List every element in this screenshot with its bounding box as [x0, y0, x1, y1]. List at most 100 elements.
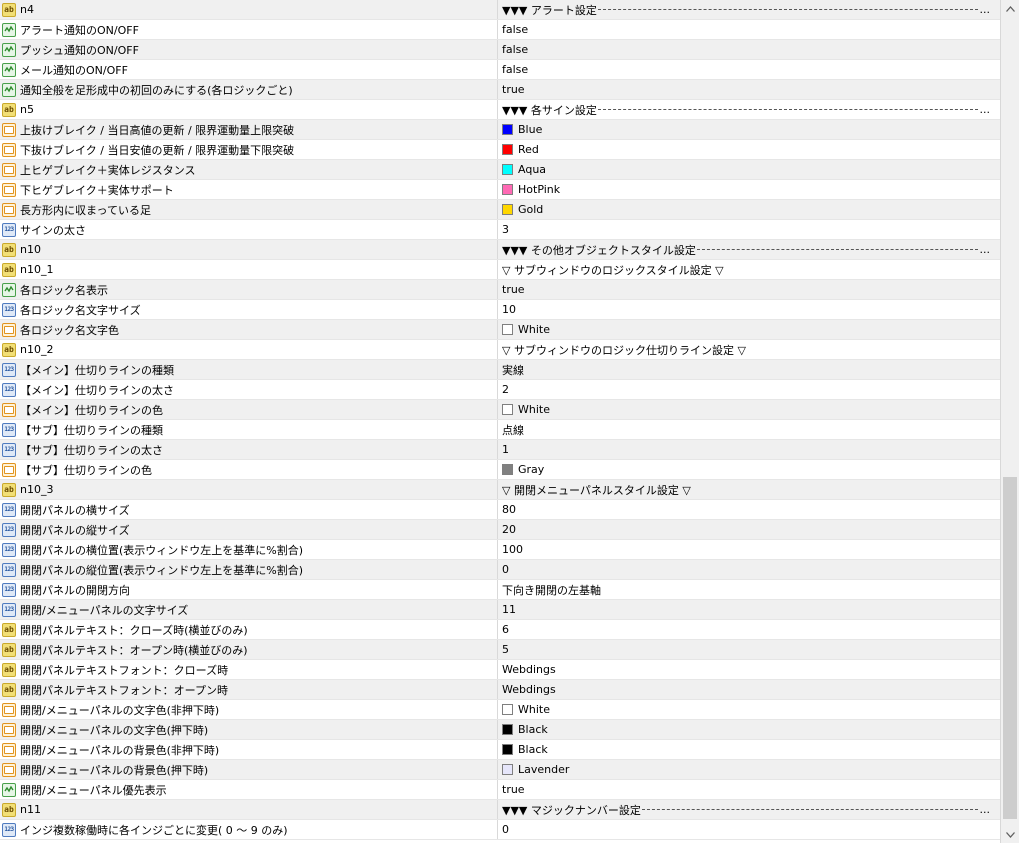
- property-value-cell[interactable]: ▼▼▼ アラート設定...: [498, 0, 1000, 19]
- property-row[interactable]: アラート通知のON/OFF false: [0, 20, 1000, 40]
- property-row[interactable]: 各ロジック名文字色 White: [0, 320, 1000, 340]
- property-name-cell[interactable]: 下抜けブレイク / 当日安値の更新 / 限界運動量下限突破: [0, 140, 498, 159]
- property-row[interactable]: 123 【サブ】仕切りラインの種類 点線: [0, 420, 1000, 440]
- property-name-cell[interactable]: ab n10_3: [0, 480, 498, 499]
- property-row[interactable]: ab 開閉パネルテキスト：オープン時(横並びのみ) 5: [0, 640, 1000, 660]
- property-row[interactable]: 123 サインの太さ 3: [0, 220, 1000, 240]
- property-name-cell[interactable]: ab n10_2: [0, 340, 498, 359]
- property-value-cell[interactable]: ▼▼▼ マジックナンバー設定...: [498, 800, 1000, 819]
- property-row[interactable]: 123 開閉パネルの縦サイズ 20: [0, 520, 1000, 540]
- property-name-cell[interactable]: 通知全般を足形成中の初回のみにする(各ロジックごと): [0, 80, 498, 99]
- property-value-cell[interactable]: Aqua: [498, 160, 1000, 179]
- property-name-cell[interactable]: アラート通知のON/OFF: [0, 20, 498, 39]
- property-row[interactable]: 123 開閉/メニューパネルの文字サイズ 11: [0, 600, 1000, 620]
- property-name-cell[interactable]: 123 サインの太さ: [0, 220, 498, 239]
- property-value-cell[interactable]: Black: [498, 720, 1000, 739]
- property-name-cell[interactable]: ab n5: [0, 100, 498, 119]
- property-name-cell[interactable]: ab 開閉パネルテキスト：オープン時(横並びのみ): [0, 640, 498, 659]
- property-row[interactable]: 123 開閉パネルの横位置(表示ウィンドウ左上を基準に%割合) 100: [0, 540, 1000, 560]
- property-row[interactable]: 123 【メイン】仕切りラインの太さ 2: [0, 380, 1000, 400]
- property-value-cell[interactable]: 0: [498, 820, 1000, 839]
- property-name-cell[interactable]: 123 開閉/メニューパネルの文字サイズ: [0, 600, 498, 619]
- property-name-cell[interactable]: メール通知のON/OFF: [0, 60, 498, 79]
- property-name-cell[interactable]: 123 インジ複数稼働時に各インジごとに変更( 0 ～ 9 のみ): [0, 820, 498, 839]
- property-row[interactable]: 下抜けブレイク / 当日安値の更新 / 限界運動量下限突破 Red: [0, 140, 1000, 160]
- property-value-cell[interactable]: Lavender: [498, 760, 1000, 779]
- property-row[interactable]: 123 開閉パネルの横サイズ 80: [0, 500, 1000, 520]
- property-value-cell[interactable]: ▽ サブウィンドウのロジックスタイル設定 ▽: [498, 260, 1000, 279]
- property-row[interactable]: ab n10_2 ▽ サブウィンドウのロジック仕切りライン設定 ▽: [0, 340, 1000, 360]
- property-name-cell[interactable]: ab n11: [0, 800, 498, 819]
- property-value-cell[interactable]: Webdings: [498, 660, 1000, 679]
- property-name-cell[interactable]: 123 開閉パネルの横サイズ: [0, 500, 498, 519]
- property-row[interactable]: ab n4 ▼▼▼ アラート設定...: [0, 0, 1000, 20]
- property-name-cell[interactable]: 開閉/メニューパネル優先表示: [0, 780, 498, 799]
- property-row[interactable]: 通知全般を足形成中の初回のみにする(各ロジックごと) true: [0, 80, 1000, 100]
- property-value-cell[interactable]: Gray: [498, 460, 1000, 479]
- property-value-cell[interactable]: HotPink: [498, 180, 1000, 199]
- property-name-cell[interactable]: 123 開閉パネルの縦サイズ: [0, 520, 498, 539]
- property-value-cell[interactable]: ▽ 開閉メニューパネルスタイル設定 ▽: [498, 480, 1000, 499]
- property-name-cell[interactable]: 上ヒゲブレイク＋実体レジスタンス: [0, 160, 498, 179]
- property-value-cell[interactable]: 11: [498, 600, 1000, 619]
- property-name-cell[interactable]: 123 【メイン】仕切りラインの種類: [0, 360, 498, 379]
- property-value-cell[interactable]: 0: [498, 560, 1000, 579]
- property-row[interactable]: 各ロジック名表示 true: [0, 280, 1000, 300]
- property-row[interactable]: 開閉/メニューパネルの文字色(非押下時) White: [0, 700, 1000, 720]
- property-row[interactable]: 123 【サブ】仕切りラインの太さ 1: [0, 440, 1000, 460]
- property-row[interactable]: ab n10 ▼▼▼ その他オブジェクトスタイル設定...: [0, 240, 1000, 260]
- property-name-cell[interactable]: ab 開閉パネルテキスト：クローズ時(横並びのみ): [0, 620, 498, 639]
- property-name-cell[interactable]: 123 【サブ】仕切りラインの種類: [0, 420, 498, 439]
- property-row[interactable]: 長方形内に収まっている足 Gold: [0, 200, 1000, 220]
- property-name-cell[interactable]: 123 開閉パネルの縦位置(表示ウィンドウ左上を基準に%割合): [0, 560, 498, 579]
- property-value-cell[interactable]: 点線: [498, 420, 1000, 439]
- scroll-up-arrow-icon[interactable]: [1001, 0, 1019, 17]
- property-name-cell[interactable]: ab 開閉パネルテキストフォント：クローズ時: [0, 660, 498, 679]
- property-value-cell[interactable]: 下向き開閉の左基軸: [498, 580, 1000, 599]
- property-row[interactable]: 123 開閉パネルの開閉方向 下向き開閉の左基軸: [0, 580, 1000, 600]
- property-row[interactable]: ab n11 ▼▼▼ マジックナンバー設定...: [0, 800, 1000, 820]
- scroll-down-arrow-icon[interactable]: [1001, 826, 1019, 843]
- property-name-cell[interactable]: 123 【メイン】仕切りラインの太さ: [0, 380, 498, 399]
- property-value-cell[interactable]: false: [498, 60, 1000, 79]
- property-name-cell[interactable]: 123 【サブ】仕切りラインの太さ: [0, 440, 498, 459]
- property-row[interactable]: ab n5 ▼▼▼ 各サイン設定...: [0, 100, 1000, 120]
- property-row[interactable]: 【メイン】仕切りラインの色 White: [0, 400, 1000, 420]
- property-row[interactable]: 上ヒゲブレイク＋実体レジスタンス Aqua: [0, 160, 1000, 180]
- property-value-cell[interactable]: 1: [498, 440, 1000, 459]
- property-value-cell[interactable]: Gold: [498, 200, 1000, 219]
- property-row[interactable]: 開閉/メニューパネル優先表示 true: [0, 780, 1000, 800]
- property-value-cell[interactable]: 100: [498, 540, 1000, 559]
- property-value-cell[interactable]: White: [498, 400, 1000, 419]
- property-row[interactable]: ab 開閉パネルテキストフォント：クローズ時 Webdings: [0, 660, 1000, 680]
- property-row[interactable]: 開閉/メニューパネルの文字色(押下時) Black: [0, 720, 1000, 740]
- property-row[interactable]: 123 【メイン】仕切りラインの種類 実線: [0, 360, 1000, 380]
- property-name-cell[interactable]: 長方形内に収まっている足: [0, 200, 498, 219]
- property-value-cell[interactable]: true: [498, 80, 1000, 99]
- property-name-cell[interactable]: 123 各ロジック名文字サイズ: [0, 300, 498, 319]
- property-row[interactable]: 上抜けブレイク / 当日高値の更新 / 限界運動量上限突破 Blue: [0, 120, 1000, 140]
- property-value-cell[interactable]: White: [498, 320, 1000, 339]
- property-value-cell[interactable]: 5: [498, 640, 1000, 659]
- vertical-scrollbar[interactable]: [1001, 0, 1019, 843]
- property-row[interactable]: 123 開閉パネルの縦位置(表示ウィンドウ左上を基準に%割合) 0: [0, 560, 1000, 580]
- property-value-cell[interactable]: 2: [498, 380, 1000, 399]
- property-value-cell[interactable]: 80: [498, 500, 1000, 519]
- property-name-cell[interactable]: 上抜けブレイク / 当日高値の更新 / 限界運動量上限突破: [0, 120, 498, 139]
- property-row[interactable]: 下ヒゲブレイク＋実体サポート HotPink: [0, 180, 1000, 200]
- property-value-cell[interactable]: ▼▼▼ その他オブジェクトスタイル設定...: [498, 240, 1000, 259]
- property-row[interactable]: 【サブ】仕切りラインの色 Gray: [0, 460, 1000, 480]
- property-row[interactable]: ab n10_1 ▽ サブウィンドウのロジックスタイル設定 ▽: [0, 260, 1000, 280]
- property-row[interactable]: プッシュ通知のON/OFF false: [0, 40, 1000, 60]
- property-value-cell[interactable]: ▼▼▼ 各サイン設定...: [498, 100, 1000, 119]
- property-name-cell[interactable]: 開閉/メニューパネルの文字色(押下時): [0, 720, 498, 739]
- property-name-cell[interactable]: 【サブ】仕切りラインの色: [0, 460, 498, 479]
- property-name-cell[interactable]: 123 開閉パネルの横位置(表示ウィンドウ左上を基準に%割合): [0, 540, 498, 559]
- property-value-cell[interactable]: White: [498, 700, 1000, 719]
- property-name-cell[interactable]: プッシュ通知のON/OFF: [0, 40, 498, 59]
- scroll-thumb[interactable]: [1003, 477, 1017, 819]
- property-value-cell[interactable]: false: [498, 40, 1000, 59]
- property-value-cell[interactable]: 6: [498, 620, 1000, 639]
- property-name-cell[interactable]: 開閉/メニューパネルの背景色(押下時): [0, 760, 498, 779]
- property-name-cell[interactable]: ab n4: [0, 0, 498, 19]
